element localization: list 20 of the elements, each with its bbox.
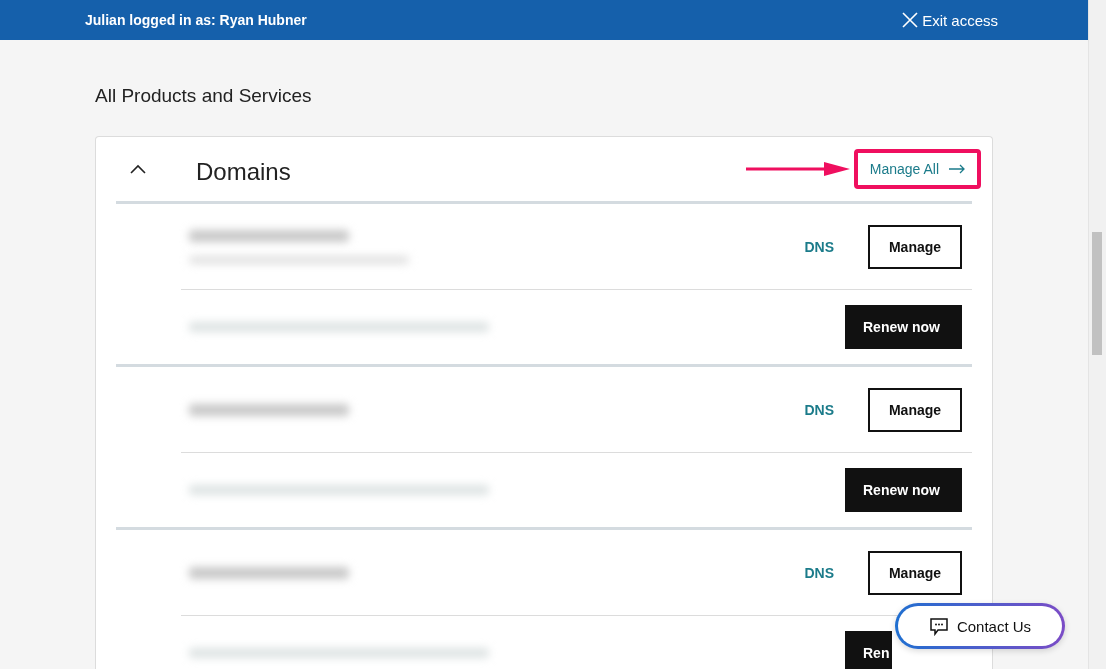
manage-button[interactable]: Manage xyxy=(868,550,962,595)
dns-link[interactable]: DNS xyxy=(804,401,834,418)
exit-access-link[interactable]: Exit access xyxy=(902,11,998,29)
scrollbar[interactable] xyxy=(1088,0,1106,669)
manage-button[interactable]: Manage xyxy=(868,224,962,269)
renew-button[interactable]: Ren xyxy=(845,631,892,669)
renew-button[interactable]: Renew now xyxy=(845,305,962,349)
chat-icon xyxy=(928,616,949,636)
manage-button[interactable]: Manage xyxy=(868,387,962,432)
page-heading: All Products and Services xyxy=(95,85,313,107)
arrow-icon xyxy=(949,164,965,174)
renew-button[interactable]: Renew now xyxy=(845,468,962,512)
dns-link[interactable]: DNS xyxy=(804,564,834,581)
manage-all-link[interactable]: Manage All xyxy=(869,161,965,177)
scrollbar-thumb[interactable] xyxy=(1092,232,1102,355)
dns-link[interactable]: DNS xyxy=(804,238,834,255)
section-title: Domains xyxy=(196,158,292,186)
close-icon xyxy=(902,12,919,28)
chevron-icon[interactable] xyxy=(130,164,146,174)
login-banner-text: Julian logged in as: Ryan Hubner xyxy=(85,12,307,28)
